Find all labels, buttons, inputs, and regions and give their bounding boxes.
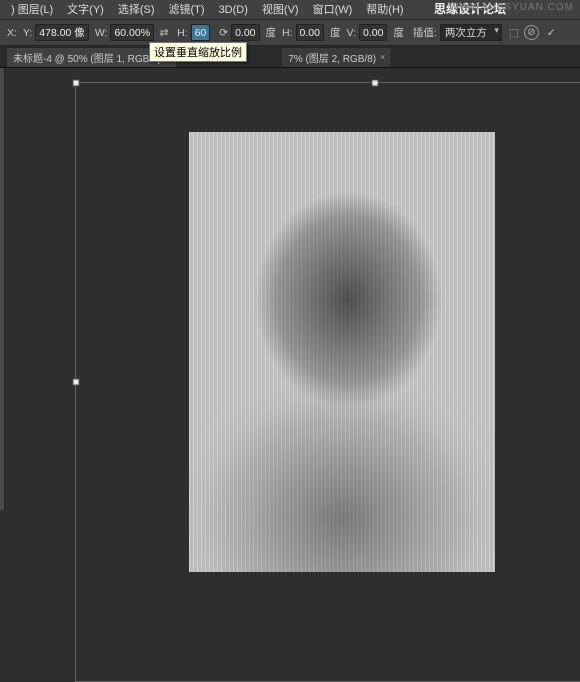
menu-layer[interactable]: ) 图层(L) (4, 0, 60, 20)
tab-1-label: 未标题-4 @ 50% (图层 1, RGB/8) (13, 50, 161, 65)
deg-2: 度 (330, 25, 341, 40)
handle-n[interactable] (372, 80, 379, 87)
interp-label: 插值: (413, 25, 437, 40)
warp-icon[interactable]: ⬚ (509, 27, 519, 39)
tooltip: 设置垂直缩放比例 (149, 42, 247, 62)
interp-dropdown[interactable]: 两次立方 (440, 24, 502, 41)
menu-view[interactable]: 视图(V) (255, 0, 306, 20)
w-label: W: (95, 27, 108, 39)
menu-window[interactable]: 窗口(W) (306, 0, 360, 20)
document-tabs: 未标题-4 @ 50% (图层 1, RGB/8) × 设置垂直缩放比例 7% … (0, 46, 580, 68)
menu-select[interactable]: 选择(S) (111, 0, 162, 20)
rotate-icon: ⟳ (219, 27, 228, 39)
ruler-left (0, 68, 5, 510)
deg-3: 度 (393, 25, 404, 40)
commit-button[interactable]: ✓ (547, 27, 556, 39)
menu-help[interactable]: 帮助(H) (359, 0, 410, 20)
hh-label: H: (282, 27, 293, 39)
transform-options-bar: X: Y: 478.00 像 W: 60.00% ⇄ H: 60 ⟳ 0.00 … (0, 20, 580, 46)
rotate-field[interactable]: 0.00 (231, 24, 259, 41)
y-label: Y: (23, 27, 32, 39)
transform-bounding-box[interactable] (75, 82, 580, 682)
hh-field[interactable]: 0.00 (296, 24, 324, 41)
w-field[interactable]: 60.00% (110, 24, 154, 41)
cancel-button[interactable]: ⊘ (524, 25, 539, 40)
menu-filter[interactable]: 滤镜(T) (162, 0, 212, 20)
watermark: WWW.MISSYUAN.COM (449, 2, 574, 13)
canvas-area[interactable] (0, 68, 580, 510)
y-field[interactable]: 478.00 像 (35, 24, 89, 41)
v-field[interactable]: 0.00 (359, 24, 387, 41)
handle-w[interactable] (73, 379, 80, 386)
link-icon[interactable]: ⇄ (159, 26, 169, 40)
tab-doc-2[interactable]: 7% (图层 2, RGB/8) × (281, 47, 392, 67)
v-label: V: (346, 27, 356, 39)
handle-nw[interactable] (73, 80, 80, 87)
menu-type[interactable]: 文字(Y) (60, 0, 111, 20)
x-label: X: (7, 27, 17, 39)
h-label: H: (177, 27, 188, 39)
deg-1: 度 (266, 25, 277, 40)
close-icon[interactable]: × (380, 52, 385, 62)
h-field[interactable]: 60 (191, 24, 211, 41)
tab-2-label: 7% (图层 2, RGB/8) (288, 50, 376, 65)
menu-3d[interactable]: 3D(D) (212, 0, 255, 20)
